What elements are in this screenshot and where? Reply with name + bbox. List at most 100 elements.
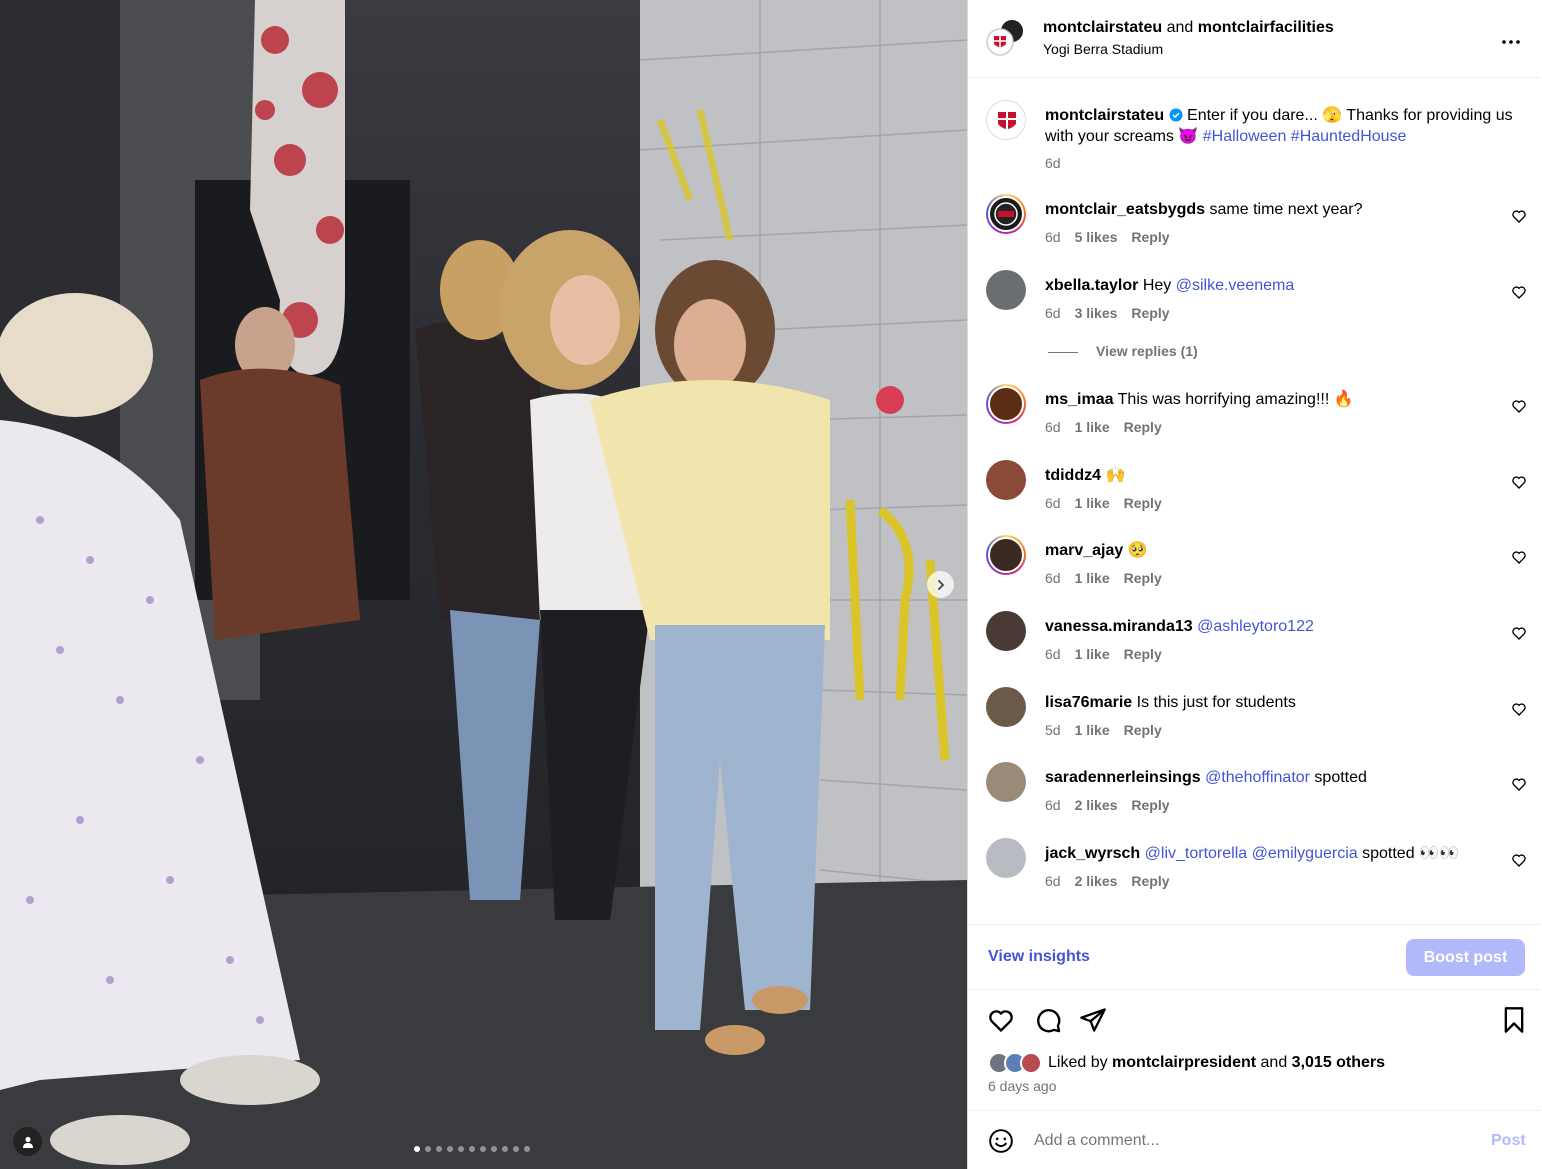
- comment-likes[interactable]: 1 like: [1075, 646, 1110, 662]
- chevron-right-icon: [937, 579, 944, 590]
- comment-avatar[interactable]: [986, 838, 1026, 878]
- collab-avatars[interactable]: [986, 17, 1026, 57]
- liked-by-user[interactable]: montclairpresident: [1112, 1054, 1256, 1072]
- comment-mention[interactable]: @silke.veenema: [1176, 277, 1295, 294]
- comment-composer: Post: [968, 1110, 1541, 1169]
- like-comment-heart-icon[interactable]: [1511, 625, 1527, 641]
- next-photo-button[interactable]: [927, 571, 954, 598]
- share-paper-plane-icon[interactable]: [1079, 1006, 1107, 1034]
- comment-mention[interactable]: @thehoffinator: [1205, 769, 1310, 786]
- comment-mention[interactable]: @liv_tortorella: [1145, 845, 1248, 862]
- hashtag-hauntedhouse[interactable]: #HauntedHouse: [1291, 128, 1407, 145]
- comment-likes[interactable]: 1 like: [1075, 495, 1110, 511]
- comment-avatar[interactable]: [986, 460, 1026, 500]
- comment-avatar[interactable]: [986, 611, 1026, 651]
- like-comment-heart-icon[interactable]: [1511, 701, 1527, 717]
- like-comment-heart-icon[interactable]: [1511, 284, 1527, 300]
- emoji-icon[interactable]: [988, 1128, 1014, 1154]
- liked-by-others[interactable]: 3,015 others: [1292, 1054, 1385, 1072]
- comment-time: 6d: [1045, 229, 1061, 245]
- like-comment-heart-icon[interactable]: [1511, 208, 1527, 224]
- add-comment-input[interactable]: [1034, 1132, 1434, 1150]
- reply-button[interactable]: Reply: [1131, 873, 1169, 889]
- carousel-dot: [458, 1146, 464, 1152]
- carousel-dot: [469, 1146, 475, 1152]
- comment-body: This was horrifying amazing!!! 🔥: [1113, 391, 1354, 408]
- more-options-button[interactable]: [1502, 27, 1520, 50]
- comment-likes[interactable]: 2 likes: [1075, 797, 1118, 813]
- reply-button[interactable]: Reply: [1131, 797, 1169, 813]
- like-comment-heart-icon[interactable]: [1511, 776, 1527, 792]
- post-sidebar: montclairstateu and montclairfacilities …: [967, 0, 1542, 1169]
- comment-avatar[interactable]: [986, 687, 1026, 727]
- comment-avatar[interactable]: [986, 270, 1026, 310]
- comment-likes[interactable]: 2 likes: [1075, 873, 1118, 889]
- comment-time: 6d: [1045, 646, 1061, 662]
- like-heart-icon[interactable]: [987, 1006, 1015, 1034]
- reply-button[interactable]: Reply: [1131, 305, 1169, 321]
- comment-likes[interactable]: 1 like: [1075, 570, 1110, 586]
- caption-avatar[interactable]: [986, 100, 1026, 140]
- montclair-logo-icon: [988, 102, 1025, 139]
- liked-by-prefix: Liked by: [1048, 1054, 1113, 1071]
- author-2-link[interactable]: montclairfacilities: [1198, 19, 1334, 36]
- reply-button[interactable]: Reply: [1124, 646, 1162, 662]
- comment-username[interactable]: montclair_eatsbygds: [1045, 201, 1205, 218]
- comment-username[interactable]: lisa76marie: [1045, 694, 1132, 711]
- post-dialog: montclairstateu and montclairfacilities …: [0, 0, 1542, 1169]
- authors-joiner: and: [1162, 19, 1198, 36]
- like-comment-heart-icon[interactable]: [1511, 398, 1527, 414]
- like-comment-heart-icon[interactable]: [1511, 549, 1527, 565]
- liked-by-mid: and: [1256, 1054, 1292, 1071]
- tagged-users-button[interactable]: [13, 1127, 42, 1156]
- author-1-link[interactable]: montclairstateu: [1043, 19, 1162, 36]
- comment-likes[interactable]: 1 like: [1075, 722, 1110, 738]
- comment-avatar[interactable]: [986, 535, 1026, 575]
- post-photo[interactable]: [0, 0, 967, 1169]
- comment-likes[interactable]: 3 likes: [1075, 305, 1118, 321]
- comment-username[interactable]: tdiddz4: [1045, 467, 1101, 484]
- comment-mention[interactable]: @ashleytoro122: [1197, 618, 1314, 635]
- comment-avatar[interactable]: [986, 384, 1026, 424]
- comment-time: 6d: [1045, 873, 1061, 889]
- comment-username[interactable]: ms_imaa: [1045, 391, 1114, 408]
- location-link[interactable]: Yogi Berra Stadium: [1043, 41, 1163, 57]
- carousel-dot: [414, 1146, 420, 1152]
- reply-button[interactable]: Reply: [1124, 419, 1162, 435]
- comment-username[interactable]: jack_wyrsch: [1045, 845, 1140, 862]
- comment-username[interactable]: vanessa.miranda13: [1045, 618, 1193, 635]
- comment-username[interactable]: xbella.taylor: [1045, 277, 1138, 294]
- comment-username[interactable]: saradennerleinsings: [1045, 769, 1201, 786]
- comment-avatar[interactable]: [986, 762, 1026, 802]
- carousel-dot: [513, 1146, 519, 1152]
- person-icon: [22, 1136, 33, 1148]
- reply-button[interactable]: Reply: [1131, 229, 1169, 245]
- reply-button[interactable]: Reply: [1124, 495, 1162, 511]
- comment-likes[interactable]: 1 like: [1075, 419, 1110, 435]
- view-replies-button[interactable]: View replies (1): [1048, 343, 1198, 359]
- comment-body-end: spotted: [1309, 769, 1367, 786]
- caption-username[interactable]: montclairstateu: [1045, 107, 1164, 124]
- comment-avatar[interactable]: [986, 194, 1026, 234]
- comment-likes[interactable]: 5 likes: [1075, 229, 1118, 245]
- post-authors: montclairstateu and montclairfacilities: [1043, 19, 1334, 37]
- like-comment-heart-icon[interactable]: [1511, 852, 1527, 868]
- comment-mention[interactable]: @emilyguercia: [1252, 845, 1358, 862]
- carousel-dot: [447, 1146, 453, 1152]
- save-bookmark-icon[interactable]: [1500, 1006, 1528, 1034]
- like-comment-heart-icon[interactable]: [1511, 474, 1527, 490]
- verified-badge-icon: [1169, 108, 1183, 122]
- boost-post-button[interactable]: Boost post: [1406, 939, 1525, 976]
- hashtag-halloween[interactable]: #Halloween: [1203, 128, 1287, 145]
- post-header: montclairstateu and montclairfacilities …: [968, 0, 1541, 78]
- comment-username[interactable]: marv_ajay: [1045, 542, 1123, 559]
- likes-summary[interactable]: Liked by montclairpresident and 3,015 ot…: [988, 1050, 1385, 1076]
- view-insights-link[interactable]: View insights: [988, 948, 1090, 966]
- comment-body: Is this just for students: [1132, 694, 1296, 711]
- reply-button[interactable]: Reply: [1124, 570, 1162, 586]
- post-comment-button[interactable]: Post: [1491, 1132, 1526, 1150]
- carousel-dot: [491, 1146, 497, 1152]
- reply-button[interactable]: Reply: [1124, 722, 1162, 738]
- avatar-icon: [986, 18, 1025, 56]
- comment-bubble-icon[interactable]: [1034, 1006, 1062, 1034]
